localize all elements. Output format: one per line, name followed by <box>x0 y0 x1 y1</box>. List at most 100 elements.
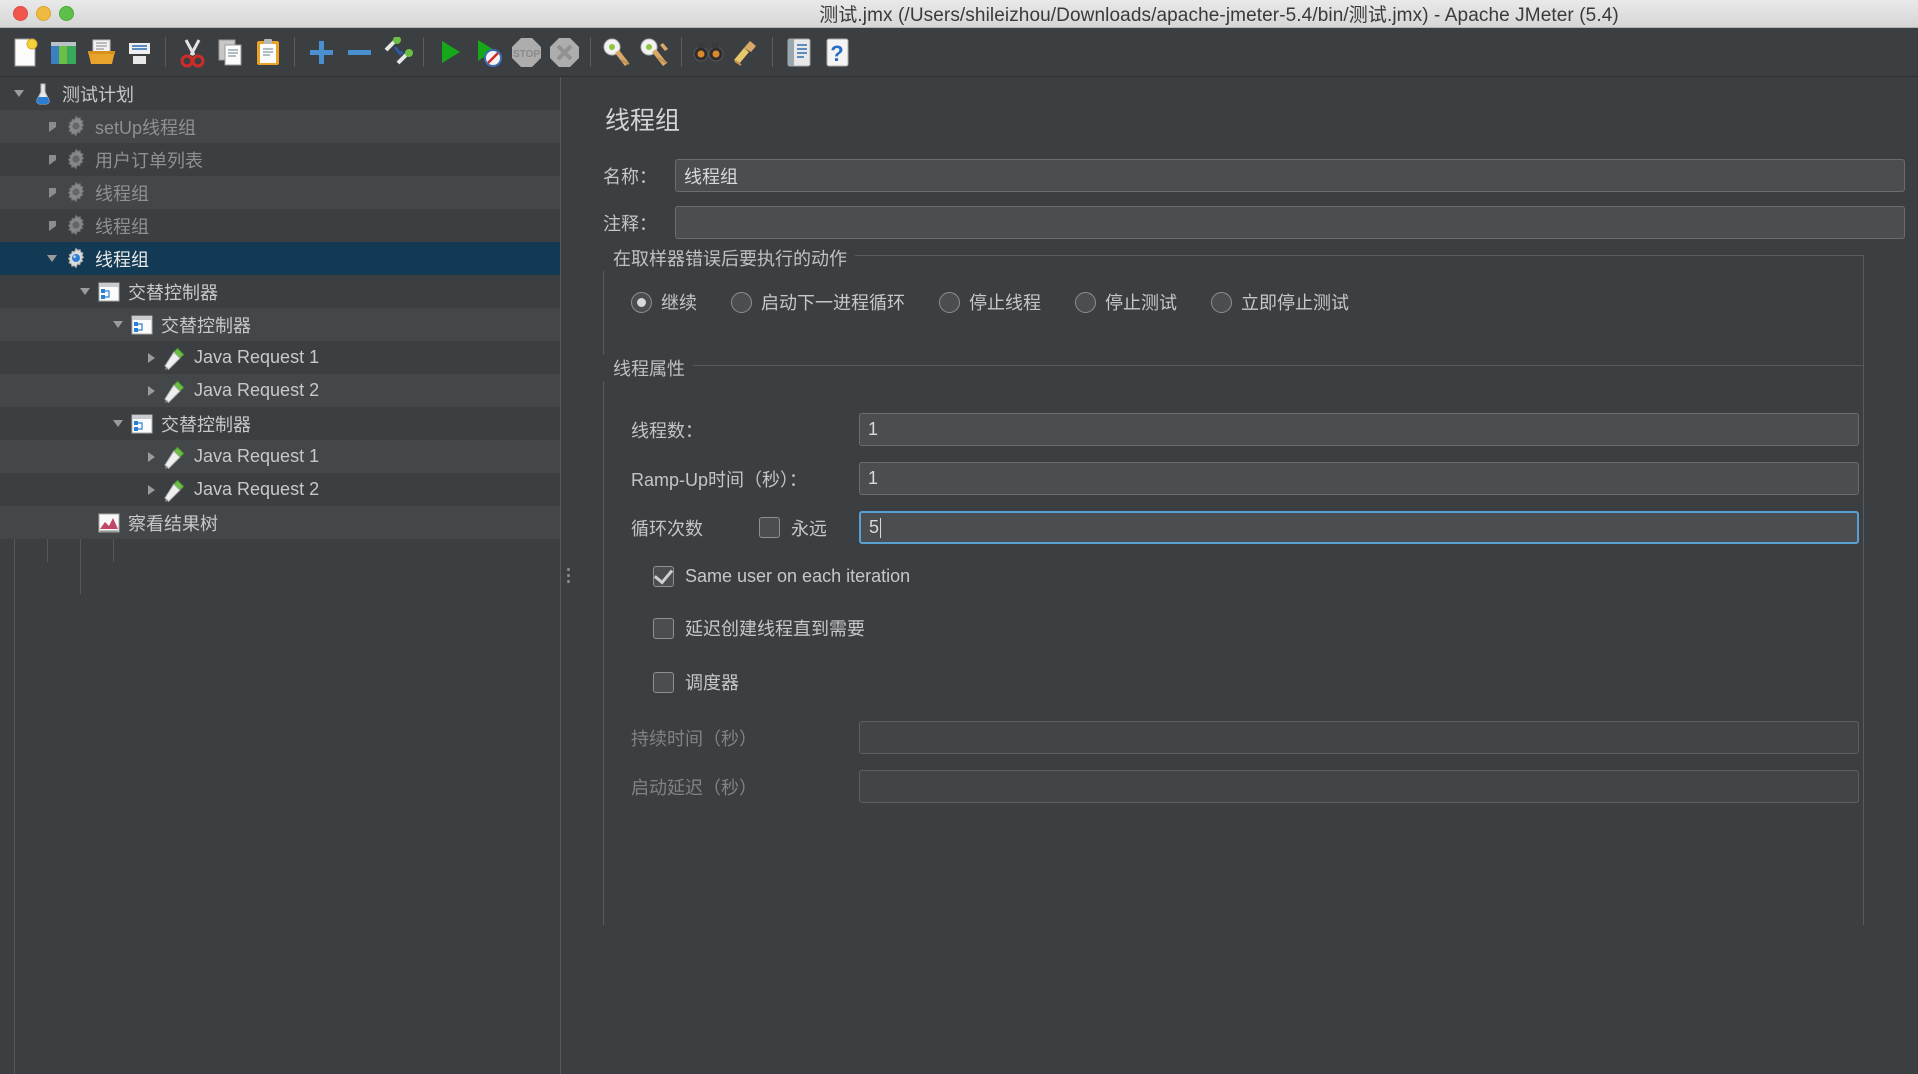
chevron-down-icon[interactable] <box>74 288 96 295</box>
radio-button[interactable] <box>731 291 752 313</box>
tree-node-3[interactable]: 线程组 <box>0 176 560 209</box>
error-action-option-4[interactable]: 立即停止测试 <box>1211 289 1349 315</box>
clear-button[interactable] <box>598 32 636 72</box>
scheduler-checkbox[interactable] <box>653 671 674 693</box>
shutdown-button[interactable] <box>545 32 583 72</box>
search-icon <box>692 36 725 69</box>
error-action-option-3[interactable]: 停止测试 <box>1075 289 1177 315</box>
tree-node-0[interactable]: 测试计划 <box>0 77 560 110</box>
radio-button[interactable] <box>1075 291 1096 313</box>
chevron-right-icon[interactable] <box>140 385 162 396</box>
test-plan-tree[interactable]: 测试计划 setUp线程组 用户订单列表 线程组 线程组 线程组 交替控制器 交替控制器 Jav… <box>0 77 560 1074</box>
search-button[interactable] <box>689 32 727 72</box>
error-action-option-0[interactable]: 继续 <box>631 289 697 315</box>
tree-node-5[interactable]: 线程组 <box>0 242 560 275</box>
open-button[interactable] <box>82 32 120 72</box>
same-user-row[interactable]: Same user on each iteration <box>631 566 1888 587</box>
save-button[interactable] <box>120 32 158 72</box>
chevron-right-icon[interactable] <box>41 187 63 198</box>
chevron-right-icon[interactable] <box>41 154 63 165</box>
chevron-right-icon[interactable] <box>140 484 162 495</box>
tree-node-12[interactable]: Java Request 2 <box>0 473 560 506</box>
stop-button[interactable]: STOP <box>507 32 545 72</box>
tree-node-7[interactable]: 交替控制器 <box>0 308 560 341</box>
start-button[interactable] <box>431 32 469 72</box>
chevron-down-icon[interactable] <box>107 420 129 427</box>
duration-input[interactable] <box>859 721 1859 754</box>
comment-input[interactable] <box>675 206 1905 239</box>
chevron-right-icon[interactable] <box>41 220 63 231</box>
clear-all-button[interactable] <box>636 32 674 72</box>
toggle-button[interactable] <box>378 32 416 72</box>
name-row: 名称： 线程组 <box>603 159 1918 192</box>
window-title: 测试.jmx (/Users/shileizhou/Downloads/apac… <box>819 5 1619 26</box>
tree-node-1[interactable]: setUp线程组 <box>0 110 560 143</box>
tree-node-11[interactable]: Java Request 1 <box>0 440 560 473</box>
templates-icon <box>48 37 79 68</box>
new-icon <box>10 37 41 68</box>
chevron-right-icon[interactable] <box>41 121 63 132</box>
clear-icon <box>601 36 634 69</box>
comment-label: 注释： <box>603 213 657 234</box>
radio-button[interactable] <box>1211 291 1232 313</box>
splitter-grip[interactable] <box>567 568 570 583</box>
tree-node-label: 交替控制器 <box>128 282 218 303</box>
scheduler-label: 调度器 <box>685 673 739 693</box>
panel-splitter[interactable] <box>560 77 577 1074</box>
loop-count-input[interactable]: 5 <box>859 511 1859 544</box>
thread-group-icon <box>63 180 89 206</box>
error-action-radio-group[interactable]: 继续 启动下一进程循环 停止线程 停止测试 立即停止测试 <box>603 289 1888 315</box>
tree-node-label: 交替控制器 <box>161 414 251 435</box>
start-no-pauses-button[interactable] <box>469 32 507 72</box>
toolbar-separator-5 <box>681 37 682 67</box>
same-user-checkbox[interactable] <box>653 566 674 587</box>
tree-node-8[interactable]: Java Request 1 <box>0 341 560 374</box>
expand-all-button[interactable] <box>302 32 340 72</box>
tree-node-6[interactable]: 交替控制器 <box>0 275 560 308</box>
templates-button[interactable] <box>44 32 82 72</box>
error-action-option-2[interactable]: 停止线程 <box>939 289 1041 315</box>
cut-button[interactable] <box>173 32 211 72</box>
name-input[interactable]: 线程组 <box>675 159 1905 192</box>
error-action-option-1[interactable]: 启动下一进程循环 <box>731 289 905 315</box>
thread-group-icon <box>63 213 89 239</box>
num-threads-input[interactable]: 1 <box>859 413 1859 446</box>
tree-row-list[interactable]: 测试计划 setUp线程组 用户订单列表 线程组 线程组 线程组 交替控制器 交替控制器 Jav… <box>0 77 560 539</box>
scheduler-row[interactable]: 调度器 <box>631 669 1888 695</box>
controller-icon <box>96 279 122 305</box>
chevron-right-icon[interactable] <box>140 352 162 363</box>
controller-icon <box>129 411 155 437</box>
forever-checkbox-box[interactable] <box>759 517 780 538</box>
new-button[interactable] <box>6 32 44 72</box>
forever-checkbox[interactable]: 永远 <box>759 515 859 541</box>
chevron-down-icon[interactable] <box>107 321 129 328</box>
delay-thread-creation-checkbox[interactable] <box>653 617 674 639</box>
tree-node-label: Java Request 2 <box>194 380 320 400</box>
help-button[interactable]: ? <box>818 32 856 72</box>
duration-row: 持续时间（秒） <box>631 721 1888 754</box>
ramp-up-input[interactable]: 1 <box>859 462 1859 495</box>
tree-node-2[interactable]: 用户订单列表 <box>0 143 560 176</box>
thread-properties-group: 线程属性 线程数： 1 Ramp-Up时间（秒）： 1 循环次数 永远 5 Sa… <box>603 355 1888 925</box>
error-action-option-label: 继续 <box>661 293 697 313</box>
paste-button[interactable] <box>249 32 287 72</box>
chevron-right-icon[interactable] <box>140 451 162 462</box>
chevron-down-icon[interactable] <box>8 90 30 97</box>
collapse-all-button[interactable] <box>340 32 378 72</box>
radio-button[interactable] <box>631 291 652 313</box>
startup-delay-input[interactable] <box>859 770 1859 803</box>
tree-node-4[interactable]: 线程组 <box>0 209 560 242</box>
toolbar-separator-1 <box>165 37 166 67</box>
chevron-down-icon[interactable] <box>41 255 63 262</box>
reset-search-button[interactable] <box>727 32 765 72</box>
delay-thread-creation-row[interactable]: 延迟创建线程直到需要 <box>631 615 1888 641</box>
startup-delay-row: 启动延迟（秒） <box>631 770 1888 803</box>
copy-button[interactable] <box>211 32 249 72</box>
function-helper-button[interactable] <box>780 32 818 72</box>
tree-node-13[interactable]: 察看结果树 <box>0 506 560 539</box>
java-request-icon <box>162 477 188 503</box>
java-request-icon <box>162 345 188 371</box>
tree-node-10[interactable]: 交替控制器 <box>0 407 560 440</box>
tree-node-9[interactable]: Java Request 2 <box>0 374 560 407</box>
radio-button[interactable] <box>939 291 960 313</box>
